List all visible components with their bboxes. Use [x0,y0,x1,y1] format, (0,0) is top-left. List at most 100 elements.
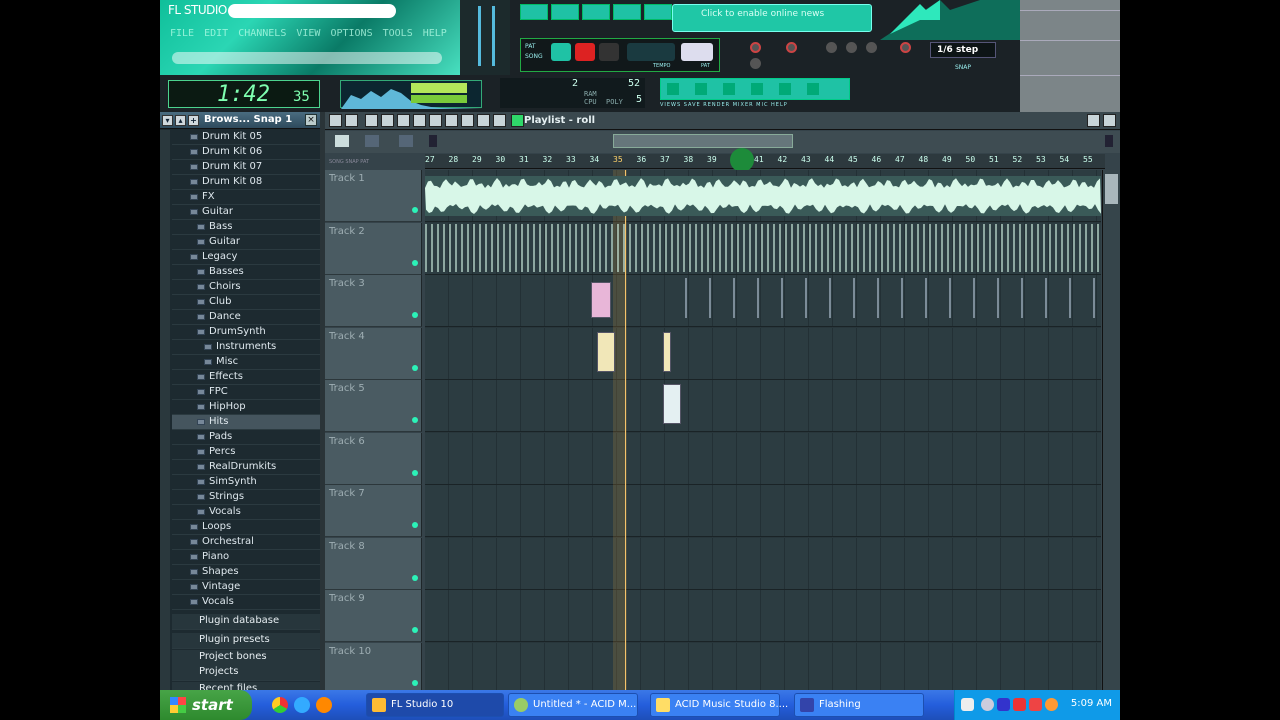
menu-channels[interactable]: CHANNELS [238,28,286,39]
browser-folder-item[interactable]: Drum Kit 07 [172,160,320,175]
slip-tool-icon[interactable] [429,114,442,127]
mixer-window-button[interactable] [644,4,672,20]
browser-folder-item[interactable]: Shapes [172,565,320,580]
toggle-knob[interactable] [900,42,911,53]
track-header[interactable]: Track 6 [325,432,422,485]
browser-expand-icon[interactable]: + [188,115,199,126]
browser-window-button[interactable] [613,4,641,20]
track-active-led[interactable] [412,522,418,528]
browser-folder-item[interactable]: RealDrumkits [172,460,320,475]
mixer-icon[interactable] [751,83,763,95]
pattern-number-display[interactable] [681,43,713,61]
timeline-ruler[interactable]: 2728293031323334353637383940414243444546… [425,148,1105,172]
menu-tools[interactable]: TOOLS [383,28,413,39]
sample-clip[interactable] [591,282,611,318]
track-active-led[interactable] [412,312,418,318]
arrow-tray-icon[interactable] [981,698,994,711]
track-lane[interactable] [425,642,1101,690]
task-acid-folder[interactable]: ACID Music Studio 8.... [650,693,788,717]
browser-folder-item[interactable]: Loops [172,520,320,535]
browser-folder-item[interactable]: FPC [172,385,320,400]
record-button[interactable] [575,43,595,61]
browser-close-icon[interactable]: × [305,114,317,126]
update-icon[interactable] [1045,698,1058,711]
track-active-led[interactable] [412,259,418,266]
browser-folder-item[interactable]: Legacy [172,250,320,265]
playlist-vertical-scrollbar[interactable] [1102,170,1120,690]
playlist-grid[interactable] [425,170,1101,690]
menu-options[interactable]: OPTIONS [330,28,372,39]
browser-folder-item[interactable]: Piano [172,550,320,565]
help-icon[interactable] [807,83,819,95]
browser-section[interactable]: Plugin presets [172,633,320,649]
track-header[interactable]: Track 7 [325,485,422,537]
track-header[interactable]: Track 8 [325,537,422,590]
snap-selector[interactable]: 1/6 step [930,42,996,58]
browser-folder-item[interactable]: Choirs [172,280,320,295]
playlist-title[interactable]: Playlist - roll [524,115,595,126]
toggle-knob[interactable] [846,42,857,53]
browser-folder-item[interactable]: SimSynth [172,475,320,490]
antivirus-icon[interactable] [1013,698,1026,711]
browser-folder-item[interactable]: Guitar [172,235,320,250]
track-lane[interactable] [425,432,1101,485]
track-header[interactable]: Track 4 [325,327,422,380]
track-lane[interactable] [425,537,1101,590]
stop-button[interactable] [599,43,619,61]
task-acid-untitled[interactable]: Untitled * - ACID M... [508,693,638,717]
help-tray-icon[interactable] [961,698,974,711]
browser-folder-item[interactable]: Hits [172,415,320,430]
playlist-arrow-icon[interactable] [511,114,524,127]
track-active-led[interactable] [412,679,418,686]
zoom-tool-icon[interactable] [477,114,490,127]
browser-folder-item[interactable]: Vintage [172,580,320,595]
sample-clip[interactable] [663,384,681,424]
track-header[interactable]: Track 10 [325,642,422,690]
toggle-knob[interactable] [826,42,837,53]
ie-icon[interactable] [294,697,310,713]
scroll-left-arrow[interactable] [429,135,437,147]
firefox-icon[interactable] [316,697,332,713]
piano-roll-button[interactable] [582,4,610,20]
browser-folder-item[interactable]: Effects [172,370,320,385]
browser-folder-item[interactable]: Club [172,295,320,310]
browser-folder-item[interactable]: DrumSynth [172,325,320,340]
browser-folder-item[interactable]: Drum Kit 05 [172,130,320,145]
delete-tool-icon[interactable] [397,114,410,127]
track-active-led[interactable] [412,364,418,371]
undo-icon[interactable] [667,83,679,95]
track-lane[interactable] [425,327,1101,380]
track-lane[interactable] [425,590,1101,642]
browser-section[interactable]: Recent files [172,682,320,690]
task-flashing[interactable]: Flashing [794,693,924,717]
browser-section[interactable]: Plugin database [172,614,320,630]
play-button[interactable] [551,43,571,61]
playback-tool-icon[interactable] [493,114,506,127]
song-mode-icon[interactable] [335,135,349,147]
browser-folder-item[interactable]: Basses [172,265,320,280]
render-icon[interactable] [723,83,735,95]
track-header[interactable]: Track 9 [325,590,422,642]
browser-section[interactable]: Project bones [172,650,320,666]
menu-file[interactable]: FILE [170,28,194,39]
title-hint-field[interactable] [228,4,396,18]
browser-folder-item[interactable]: Guitar [172,205,320,220]
pattern-clip-row[interactable] [425,224,1101,272]
browser-folder-item[interactable]: Vocals [172,595,320,610]
draw-tool-icon[interactable] [365,114,378,127]
audio-clip-waveform[interactable] [425,176,1101,216]
task-fl-studio[interactable]: FL Studio 10 [366,693,504,717]
browser-folder-item[interactable]: Drum Kit 06 [172,145,320,160]
track-lane[interactable] [425,380,1101,432]
playlist-close-icon[interactable] [1103,114,1116,127]
tempo-display[interactable] [627,43,675,61]
note-icon[interactable] [399,135,413,147]
online-news-panel[interactable]: Click to enable online news [672,4,872,32]
network-icon[interactable] [997,698,1010,711]
master-pitch-slider[interactable] [492,6,495,66]
toggle-knob[interactable] [786,42,797,53]
menu-edit[interactable]: EDIT [204,28,228,39]
browser-folder-item[interactable]: HipHop [172,400,320,415]
browser-folder-item[interactable]: FX [172,190,320,205]
browser-folder-item[interactable]: Drum Kit 08 [172,175,320,190]
